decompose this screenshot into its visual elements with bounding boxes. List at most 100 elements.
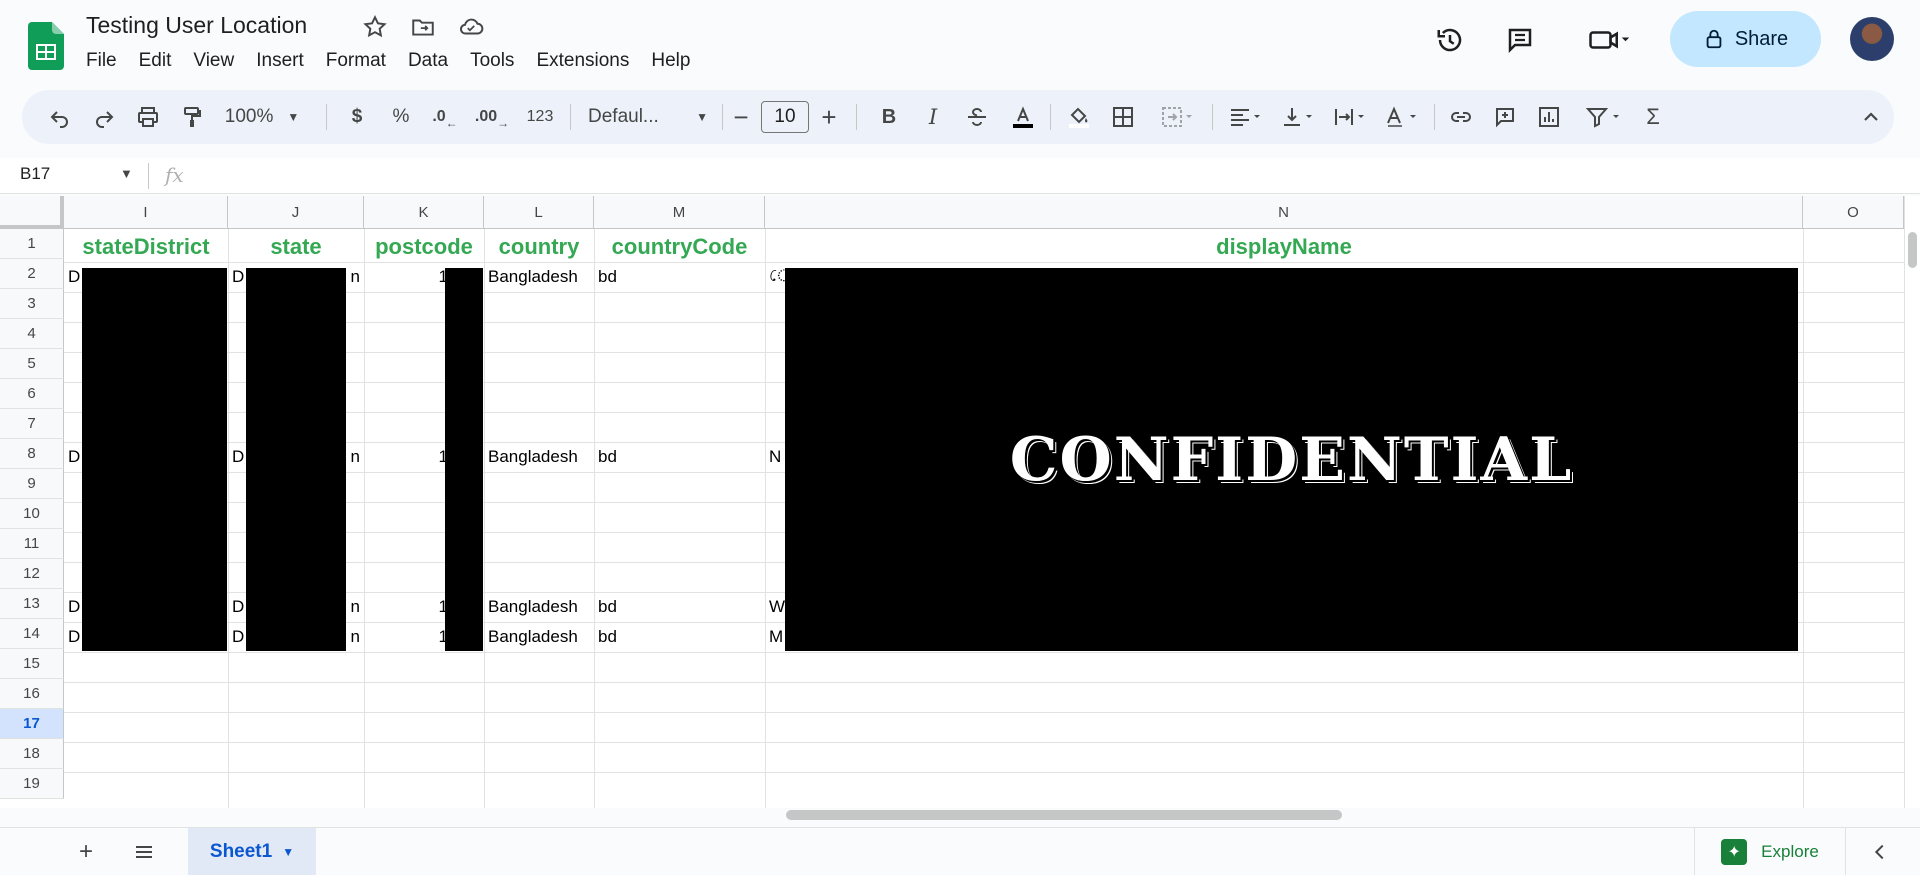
zoom-select[interactable]: 100% ▼ (222, 90, 302, 144)
redo-icon[interactable] (86, 90, 122, 144)
horizontal-scroll-thumb[interactable] (786, 810, 1342, 820)
row-header[interactable]: 18 (0, 739, 64, 769)
menu-view[interactable]: View (193, 50, 244, 72)
insert-comment-icon[interactable] (1488, 90, 1522, 144)
cell-l13[interactable]: Bangladesh (484, 592, 594, 622)
meet-video-icon[interactable] (1578, 20, 1638, 60)
increase-decimal-button[interactable]: .00 → (474, 90, 510, 144)
row-header[interactable]: 4 (0, 319, 64, 349)
cell-l14[interactable]: Bangladesh (484, 622, 594, 652)
font-select[interactable]: Defaul... ▼ (588, 90, 708, 144)
select-all-corner[interactable] (0, 196, 64, 229)
explore-button[interactable]: ✦ Explore (1694, 828, 1846, 875)
menu-format[interactable]: Format (326, 50, 396, 72)
collapse-toolbar-icon[interactable] (1856, 90, 1886, 144)
row-header-selected[interactable]: 17 (0, 709, 64, 739)
row-header[interactable]: 15 (0, 649, 64, 679)
row-header[interactable]: 14 (0, 619, 64, 649)
number-format-button[interactable]: 123 (522, 90, 558, 144)
increase-font-size-button[interactable]: + (814, 90, 844, 144)
paint-format-icon[interactable] (174, 90, 210, 144)
header-cell-state[interactable]: state (228, 232, 364, 262)
name-box[interactable]: B17 (20, 164, 50, 184)
vertical-align-icon[interactable] (1274, 90, 1320, 144)
row-header[interactable]: 11 (0, 529, 64, 559)
merge-cells-icon[interactable] (1152, 90, 1202, 144)
avatar[interactable] (1850, 17, 1894, 61)
menu-insert[interactable]: Insert (256, 50, 314, 72)
row-header[interactable]: 6 (0, 379, 64, 409)
row-header[interactable]: 5 (0, 349, 64, 379)
column-header-l[interactable]: L (484, 196, 594, 229)
print-icon[interactable] (130, 90, 166, 144)
comments-icon[interactable] (1500, 20, 1540, 60)
menu-extensions[interactable]: Extensions (536, 50, 639, 72)
row-header[interactable]: 16 (0, 679, 64, 709)
menu-help[interactable]: Help (651, 50, 700, 72)
cell-m14[interactable]: bd (594, 622, 765, 652)
vertical-scrollbar[interactable] (1904, 196, 1920, 808)
cell-m8[interactable]: bd (594, 442, 765, 472)
header-cell-country[interactable]: country (484, 232, 594, 262)
move-folder-icon[interactable] (410, 14, 436, 40)
row-header[interactable]: 1 (0, 229, 64, 259)
cell-m2[interactable]: bd (594, 262, 765, 292)
version-history-icon[interactable] (1430, 20, 1470, 60)
column-header-j[interactable]: J (228, 196, 364, 229)
filter-icon[interactable] (1576, 90, 1632, 144)
menu-edit[interactable]: Edit (139, 50, 182, 72)
star-icon[interactable] (362, 14, 388, 40)
cell-l2[interactable]: Bangladesh (484, 262, 594, 292)
row-header[interactable]: 19 (0, 769, 64, 799)
header-cell-displayname[interactable]: displayName (765, 232, 1803, 262)
decrease-decimal-button[interactable]: .0 ← (430, 90, 460, 144)
row-header[interactable]: 10 (0, 499, 64, 529)
italic-button[interactable]: I (918, 90, 948, 144)
name-box-dropdown-icon[interactable]: ▼ (120, 166, 133, 181)
row-header[interactable]: 8 (0, 439, 64, 469)
text-color-icon[interactable] (1006, 90, 1040, 144)
font-size-input[interactable]: 10 (761, 101, 809, 133)
side-panel-chevron-icon[interactable] (1866, 838, 1894, 866)
column-header-k[interactable]: K (364, 196, 484, 229)
document-title[interactable]: Testing User Location (86, 12, 307, 39)
horizontal-align-icon[interactable] (1222, 90, 1268, 144)
row-header[interactable]: 12 (0, 559, 64, 589)
sheet-tab-sheet1[interactable]: Sheet1 ▼ (188, 828, 316, 875)
fill-color-icon[interactable] (1062, 90, 1096, 144)
sheet-tab-dropdown-icon[interactable]: ▼ (282, 845, 294, 859)
spreadsheet-grid[interactable]: I J K L M N O 1 2 3 4 5 6 7 8 9 10 11 12… (0, 196, 1920, 808)
vertical-scroll-thumb[interactable] (1908, 232, 1917, 268)
cell-m13[interactable]: bd (594, 592, 765, 622)
menu-data[interactable]: Data (408, 50, 458, 72)
all-sheets-icon[interactable] (130, 838, 158, 866)
cloud-status-icon[interactable] (458, 14, 484, 40)
add-sheet-icon[interactable]: + (72, 838, 100, 866)
functions-button[interactable]: Σ (1636, 90, 1670, 144)
bold-button[interactable]: B (874, 90, 904, 144)
row-header[interactable]: 13 (0, 589, 64, 619)
row-header[interactable]: 9 (0, 469, 64, 499)
column-header-i[interactable]: I (64, 196, 228, 229)
cell-l8[interactable]: Bangladesh (484, 442, 594, 472)
header-cell-postcode[interactable]: postcode (364, 232, 484, 262)
header-cell-statedistrict[interactable]: stateDistrict (64, 232, 228, 262)
row-header[interactable]: 3 (0, 289, 64, 319)
text-wrapping-icon[interactable] (1326, 90, 1372, 144)
menu-file[interactable]: File (86, 50, 127, 72)
insert-chart-icon[interactable] (1532, 90, 1566, 144)
insert-link-icon[interactable] (1444, 90, 1478, 144)
share-button[interactable]: Share (1670, 11, 1821, 67)
row-header[interactable]: 2 (0, 259, 64, 289)
row-header[interactable]: 7 (0, 409, 64, 439)
strikethrough-icon[interactable] (962, 90, 992, 144)
column-header-n[interactable]: N (765, 196, 1803, 229)
percent-format-button[interactable]: % (386, 90, 416, 144)
header-cell-countrycode[interactable]: countryCode (594, 232, 765, 262)
sheets-logo-icon[interactable] (28, 22, 64, 70)
decrease-font-size-button[interactable]: − (726, 90, 756, 144)
menu-tools[interactable]: Tools (470, 50, 524, 72)
currency-format-button[interactable]: $ (342, 90, 372, 144)
undo-icon[interactable] (42, 90, 78, 144)
text-rotation-icon[interactable] (1378, 90, 1424, 144)
